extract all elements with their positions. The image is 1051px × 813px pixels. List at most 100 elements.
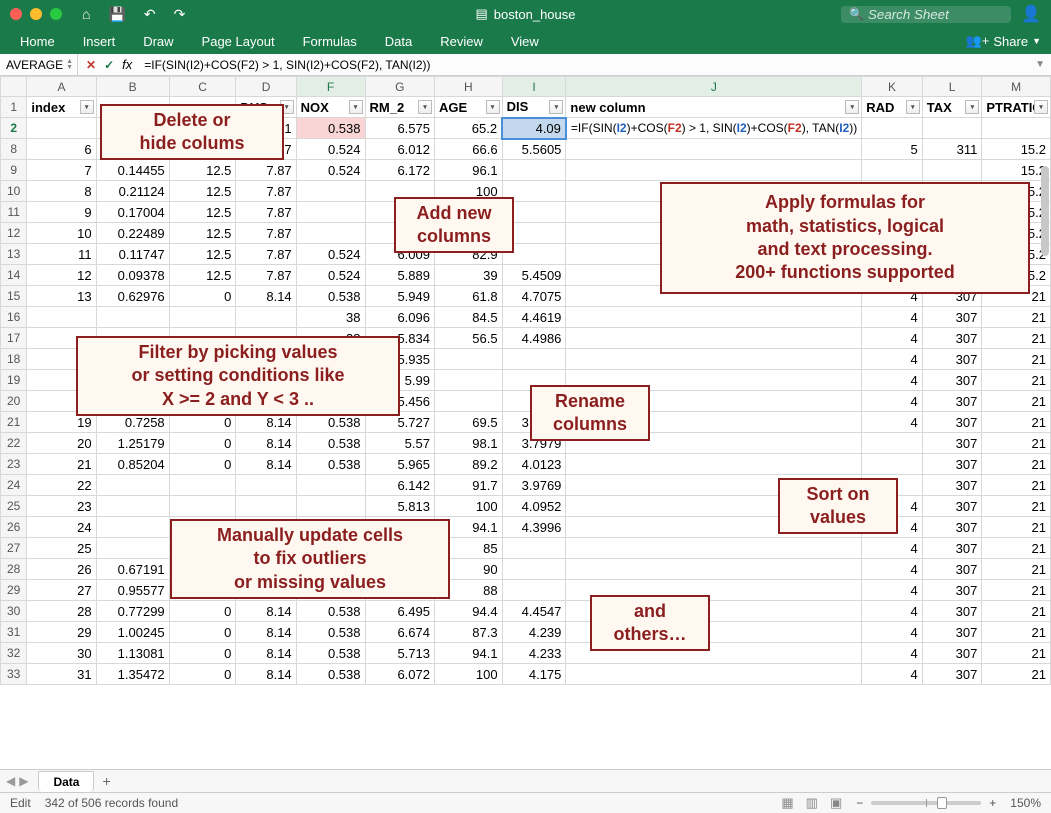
cell[interactable]: 0.22489 [96, 223, 169, 244]
cell[interactable]: 56.5 [434, 328, 502, 349]
filter-icon[interactable]: ▾ [486, 100, 500, 114]
row-header[interactable]: 27 [1, 538, 27, 559]
cell[interactable]: 311 [922, 139, 982, 160]
filter-icon[interactable]: ▾ [906, 100, 920, 114]
cell[interactable]: 0.77299 [96, 601, 169, 622]
cell[interactable]: 21 [982, 475, 1051, 496]
cell[interactable] [434, 391, 502, 412]
view-page-layout-icon[interactable]: ▥ [806, 795, 818, 811]
cell[interactable]: 0 [169, 454, 236, 475]
cell[interactable]: 7.87 [236, 244, 296, 265]
header-cell[interactable]: new column▾ [566, 97, 862, 118]
cell[interactable] [96, 475, 169, 496]
cell[interactable]: 4 [862, 328, 922, 349]
cell[interactable]: 8.14 [236, 664, 296, 685]
cell[interactable]: 89.2 [434, 454, 502, 475]
cell[interactable]: 7.87 [236, 265, 296, 286]
share-button[interactable]: 👥+ Share ▼ [966, 33, 1041, 49]
cell[interactable]: 4 [862, 580, 922, 601]
cell[interactable]: 307 [922, 370, 982, 391]
row-header[interactable]: 24 [1, 475, 27, 496]
cell[interactable]: 12.5 [169, 223, 236, 244]
filter-icon[interactable]: ▾ [1034, 100, 1048, 114]
row-header[interactable]: 2 [1, 118, 27, 139]
redo-icon[interactable]: ↷ [174, 6, 186, 23]
cell[interactable]: 39 [434, 265, 502, 286]
cell[interactable] [96, 517, 169, 538]
cell[interactable]: 31 [27, 664, 96, 685]
cell[interactable]: 0.538 [296, 622, 365, 643]
cell[interactable]: 21 [982, 412, 1051, 433]
cell[interactable]: 12.5 [169, 160, 236, 181]
cell[interactable]: 4.4547 [502, 601, 566, 622]
cell[interactable]: 30 [27, 643, 96, 664]
row-header[interactable]: 10 [1, 181, 27, 202]
cell[interactable] [27, 307, 96, 328]
cell[interactable]: 6 [27, 139, 96, 160]
cell[interactable] [296, 181, 365, 202]
cell[interactable]: 28 [27, 601, 96, 622]
cell[interactable]: 21 [982, 538, 1051, 559]
cell[interactable]: 0.538 [296, 664, 365, 685]
sheet-nav-next-icon[interactable]: ▶ [19, 774, 28, 788]
row-header[interactable]: 30 [1, 601, 27, 622]
row-header[interactable]: 18 [1, 349, 27, 370]
cell[interactable]: 1.13081 [96, 643, 169, 664]
cell[interactable]: 12.5 [169, 265, 236, 286]
cell[interactable] [566, 664, 862, 685]
cell[interactable] [862, 118, 922, 139]
cell[interactable] [502, 538, 566, 559]
cell[interactable]: 4 [862, 601, 922, 622]
cell[interactable]: 69.5 [434, 412, 502, 433]
cell[interactable]: 6.072 [365, 664, 434, 685]
cell[interactable]: 4.0123 [502, 454, 566, 475]
row-header[interactable]: 26 [1, 517, 27, 538]
cell[interactable]: 6.172 [365, 160, 434, 181]
cell[interactable]: 0.538 [296, 286, 365, 307]
cell[interactable] [502, 559, 566, 580]
header-cell[interactable]: RM_2▾ [365, 97, 434, 118]
cell[interactable]: 21 [982, 580, 1051, 601]
column-header-H[interactable]: H [434, 77, 502, 97]
row-header[interactable]: 17 [1, 328, 27, 349]
cell[interactable]: 13 [27, 286, 96, 307]
cell[interactable] [566, 349, 862, 370]
menu-view[interactable]: View [511, 34, 539, 49]
cell[interactable]: 307 [922, 391, 982, 412]
row-header[interactable]: 29 [1, 580, 27, 601]
cell[interactable]: 21 [982, 328, 1051, 349]
cell[interactable]: 21 [982, 664, 1051, 685]
cell[interactable]: 0 [169, 664, 236, 685]
cell[interactable]: 6.495 [365, 601, 434, 622]
cell[interactable]: 5.889 [365, 265, 434, 286]
cell[interactable] [566, 328, 862, 349]
column-header-M[interactable]: M [982, 77, 1051, 97]
cell[interactable]: 4.239 [502, 622, 566, 643]
cell[interactable]: 10 [27, 223, 96, 244]
cell[interactable]: 0.538 [296, 454, 365, 475]
cell[interactable]: 8.14 [236, 601, 296, 622]
cell[interactable]: 15.2 [982, 139, 1051, 160]
header-cell[interactable]: AGE▾ [434, 97, 502, 118]
cell[interactable]: 8.14 [236, 433, 296, 454]
cell[interactable] [296, 223, 365, 244]
menu-formulas[interactable]: Formulas [303, 34, 357, 49]
sheet-tab-data[interactable]: Data [38, 771, 94, 792]
user-icon[interactable]: 👤 [1021, 4, 1041, 24]
cell[interactable]: 21 [982, 559, 1051, 580]
zoom-in-button[interactable]: + [989, 796, 996, 810]
cell[interactable]: 307 [922, 643, 982, 664]
cell[interactable]: 22 [27, 475, 96, 496]
cell[interactable]: 12.5 [169, 181, 236, 202]
cell[interactable]: 21 [982, 349, 1051, 370]
view-page-break-icon[interactable]: ▣ [830, 795, 842, 811]
cell[interactable]: 21 [982, 433, 1051, 454]
cell[interactable]: 65.2 [434, 118, 502, 139]
cell[interactable]: 21 [982, 307, 1051, 328]
row-header[interactable]: 9 [1, 160, 27, 181]
cell[interactable]: 98.1 [434, 433, 502, 454]
cell[interactable]: 0.11747 [96, 244, 169, 265]
cell[interactable]: 7.87 [236, 223, 296, 244]
row-header[interactable]: 32 [1, 643, 27, 664]
menu-review[interactable]: Review [440, 34, 483, 49]
